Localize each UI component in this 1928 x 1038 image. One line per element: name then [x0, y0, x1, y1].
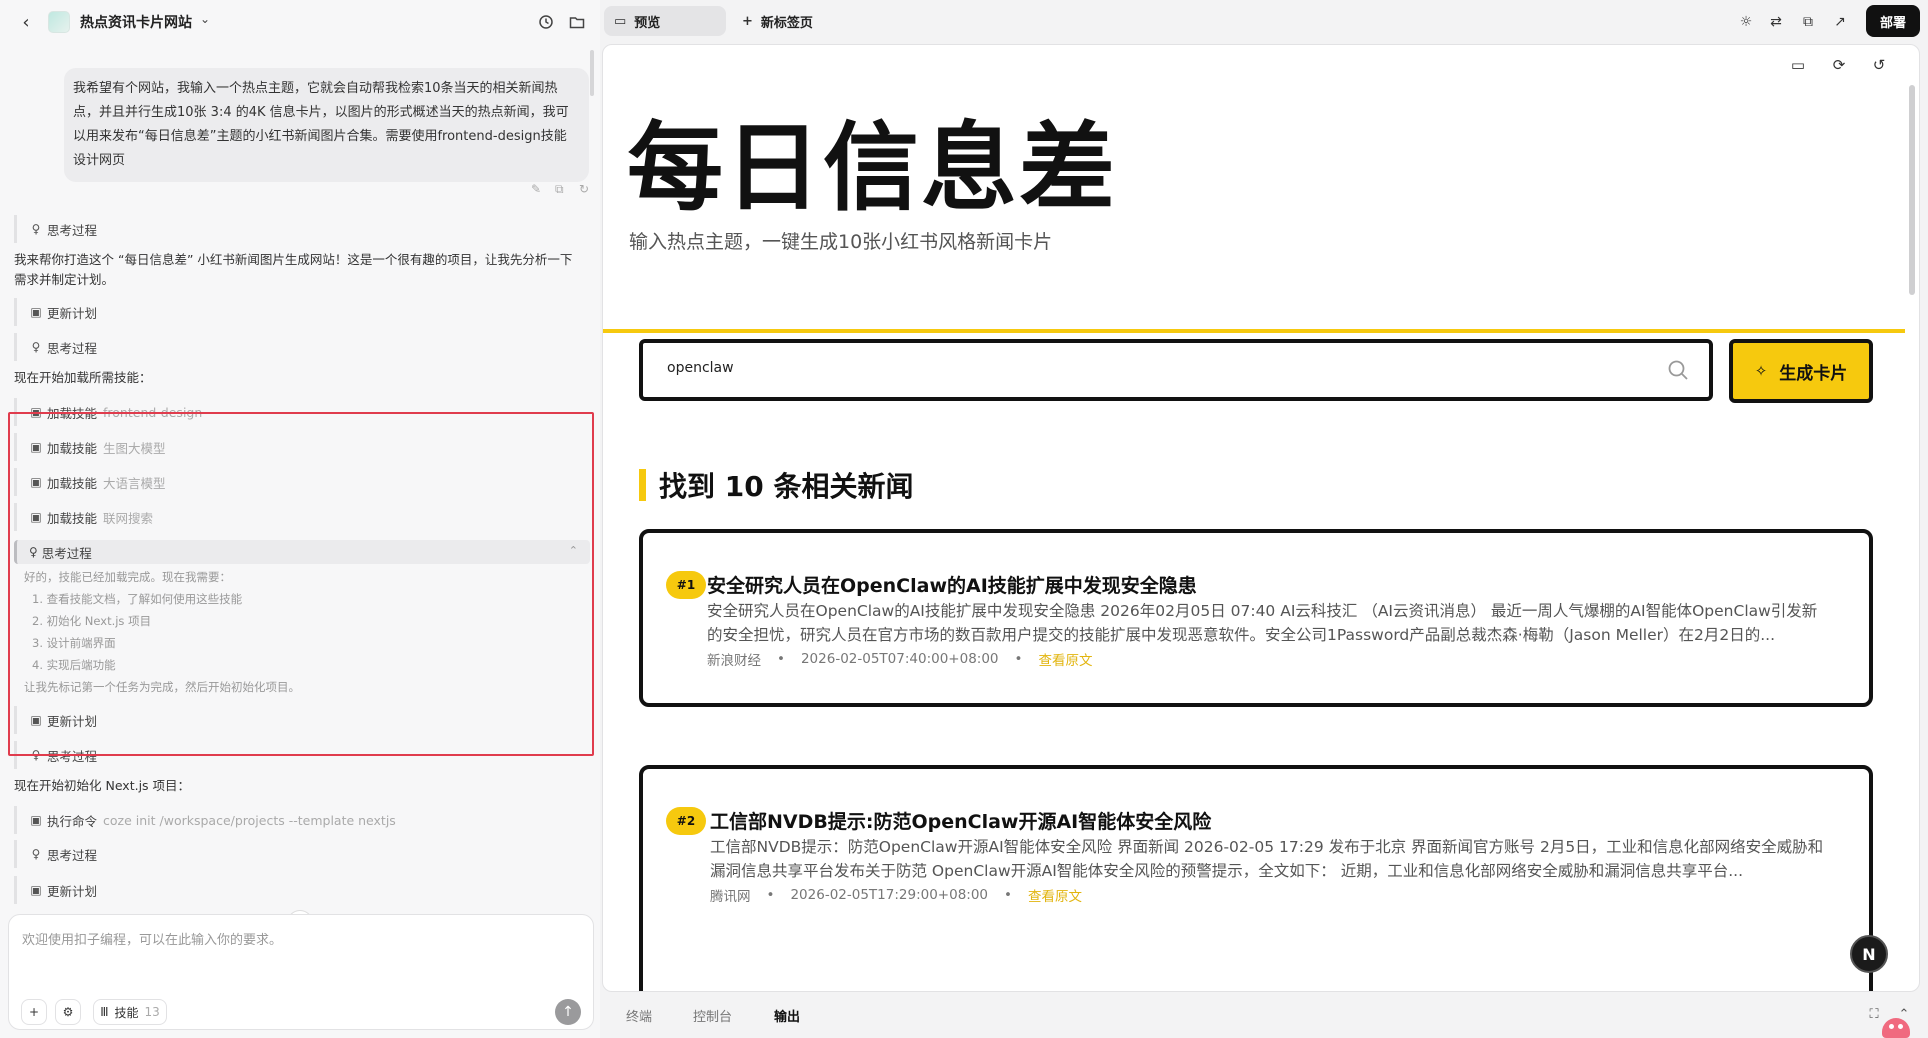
bottom-tabs: 终端 控制台 输出 ⛶ ⌃ — [602, 992, 1928, 1038]
sparkle-icon: ✧ — [1754, 362, 1768, 380]
news-summary: 安全研究人员在OpenClaw的AI技能扩展中发现安全隐患 2026年02月05… — [707, 602, 1818, 644]
view-source-link[interactable]: 查看原文 — [1039, 649, 1093, 669]
news-summary: 工信部NVDB提示：防范OpenClaw开源AI智能体安全风险 界面新闻 202… — [710, 838, 1824, 880]
mascot-icon[interactable] — [1882, 1018, 1910, 1038]
user-message: 我希望有个网站，我输入一个热点主题，它就会自动帮我检索10条当天的相关新闻热点，… — [64, 68, 589, 182]
plan-icon: ▣ — [30, 305, 42, 319]
device-icon[interactable]: ▭ — [1786, 53, 1810, 77]
browser-icon: ▭ — [614, 13, 627, 29]
news-time: 2026-02-05T17:29:00+08:00 — [790, 887, 989, 903]
terminal-icon: ▣ — [30, 813, 42, 827]
app-window: ‹ 热点资讯卡片网站 ⌄ 我希望有个网站，我输入一个热点主题，它就会自动帮我检索… — [0, 0, 1928, 1038]
project-title[interactable]: 热点资讯卡片网站 — [80, 12, 192, 32]
tab-terminal[interactable]: 终端 — [626, 1006, 652, 1025]
init-heading: 现在开始初始化 Next.js 项目： — [14, 778, 191, 793]
thinking-step[interactable]: ♀ 思考过程 — [14, 333, 97, 361]
project-header: ‹ 热点资讯卡片网站 ⌄ — [0, 0, 600, 44]
news-card[interactable]: #1 安全研究人员在OpenClaw的AI技能扩展中发现安全隐患 安全研究人员在… — [639, 529, 1873, 707]
plus-icon: + — [742, 13, 753, 29]
chat-thread: 我希望有个网站，我输入一个热点主题，它就会自动帮我检索10条当天的相关新闻热点，… — [0, 44, 600, 936]
chevron-down-icon[interactable]: ⌄ — [200, 12, 210, 26]
news-title[interactable]: 安全研究人员在OpenClaw的AI技能扩展中发现安全隐患 — [707, 571, 1197, 598]
search-value[interactable]: openclaw — [667, 360, 734, 376]
settings-sliders-icon[interactable]: ⚙ — [55, 999, 81, 1025]
rank-badge: #2 — [666, 807, 706, 835]
project-logo — [48, 11, 70, 33]
thinking-step[interactable]: ♀ 思考过程 — [14, 215, 97, 243]
news-meta: 腾讯网 • 2026-02-05T17:29:00+08:00 • 查看原文 — [710, 885, 1082, 905]
bulb-icon: ♀ — [31, 222, 41, 236]
view-source-link[interactable]: 查看原文 — [1028, 885, 1082, 905]
back-arrow-icon[interactable]: ‹ — [16, 12, 36, 33]
assistant-intro: 我来帮你打造这个 “每日信息差” 小红书新闻图片生成网站！这是一个很有趣的项目，… — [14, 252, 573, 287]
retry-icon[interactable]: ↻ — [579, 182, 593, 196]
add-attachment-button[interactable]: + — [21, 999, 47, 1025]
thinking-step[interactable]: ♀ 思考过程 — [14, 840, 97, 868]
news-meta: 新浪财经 • 2026-02-05T07:40:00+08:00 • 查看原文 — [707, 649, 1093, 669]
reset-icon[interactable]: ↺ — [1867, 53, 1891, 77]
highlight-annotation-box — [8, 412, 594, 756]
n-badge[interactable]: N — [1850, 935, 1888, 973]
top-bar: ▭ 预览 + 新标签页 ☼ ⇄ ⧉ ↗ 部署 — [600, 0, 1928, 44]
results-heading: 找到 10 条相关新闻 — [659, 470, 914, 503]
folder-icon[interactable] — [566, 11, 588, 33]
generate-cards-button[interactable]: ✧ 生成卡片 — [1729, 339, 1873, 403]
chat-panel: ‹ 热点资讯卡片网站 ⌄ 我希望有个网站，我输入一个热点主题，它就会自动帮我检索… — [0, 0, 600, 1038]
exec-command-step[interactable]: ▣ 执行命令 coze init /workspace/projects --tem… — [14, 806, 396, 834]
tab-console[interactable]: 控制台 — [693, 1006, 732, 1025]
open-external-icon[interactable]: ↗ — [1828, 10, 1852, 34]
site-subtitle: 输入热点主题，一键生成10张小红书风格新闻卡片 — [629, 231, 1053, 253]
site-header: 每日信息差 输入热点主题，一键生成10张小红书风格新闻卡片 — [603, 83, 1905, 333]
history-icon[interactable] — [535, 11, 557, 33]
search-icon[interactable] — [1665, 357, 1691, 383]
refresh-icon[interactable]: ⟳ — [1827, 53, 1851, 77]
preview-scrollbar[interactable] — [1909, 85, 1915, 295]
bulb-icon: ♀ — [31, 340, 41, 354]
edit-icon[interactable]: ✎ — [531, 182, 545, 196]
tab-preview[interactable]: ▭ 预览 — [604, 6, 726, 36]
deploy-button[interactable]: 部署 — [1866, 5, 1920, 37]
news-card[interactable]: #2 工信部NVDB提示:防范OpenClaw开源AI智能体安全风险 工信部NV… — [639, 765, 1873, 991]
load-skills-heading: 现在开始加载所需技能： — [14, 370, 152, 385]
message-actions: ✎ ⧉ ↻ — [531, 182, 593, 196]
send-button[interactable]: ↑ — [555, 999, 581, 1025]
copy-icon[interactable]: ⧉ — [555, 182, 569, 196]
update-plan-step[interactable]: ▣ 更新计划 — [14, 298, 97, 326]
skills-button[interactable]: Ⅲ 技能 13 — [93, 999, 167, 1025]
library-icon: Ⅲ — [100, 1005, 109, 1019]
composer[interactable]: 欢迎使用扣子编程，可以在此输入你的要求。 + ⚙ Ⅲ 技能 13 ↑ — [8, 914, 594, 1030]
news-source: 腾讯网 — [710, 889, 751, 905]
new-tab-button[interactable]: + 新标签页 — [742, 6, 813, 36]
update-plan-step[interactable]: ▣ 更新计划 — [14, 876, 97, 904]
topic-search-input[interactable]: openclaw — [639, 339, 1713, 401]
section-accent-bar — [639, 469, 646, 501]
news-title[interactable]: 工信部NVDB提示:防范OpenClaw开源AI智能体安全风险 — [710, 807, 1211, 834]
site-title: 每日信息差 — [627, 112, 1117, 224]
fullscreen-icon[interactable]: ⛶ — [1864, 1004, 1884, 1024]
theme-sun-icon[interactable]: ☼ — [1734, 10, 1758, 34]
copy-icon[interactable]: ⧉ — [1796, 10, 1820, 34]
rank-badge: #1 — [666, 571, 706, 599]
composer-placeholder[interactable]: 欢迎使用扣子编程，可以在此输入你的要求。 — [22, 929, 282, 948]
news-time: 2026-02-05T07:40:00+08:00 — [800, 651, 999, 667]
chat-scrollbar[interactable] — [590, 50, 594, 96]
news-source: 新浪财经 — [707, 653, 761, 669]
plan-icon: ▣ — [30, 883, 42, 897]
bulb-icon: ♀ — [31, 847, 41, 861]
tab-output[interactable]: 输出 — [774, 1006, 800, 1025]
preview-panel: ▭ ⟳ ↺ 每日信息差 输入热点主题，一键生成10张小红书风格新闻卡片 open… — [602, 44, 1920, 992]
compare-icon[interactable]: ⇄ — [1764, 10, 1788, 34]
